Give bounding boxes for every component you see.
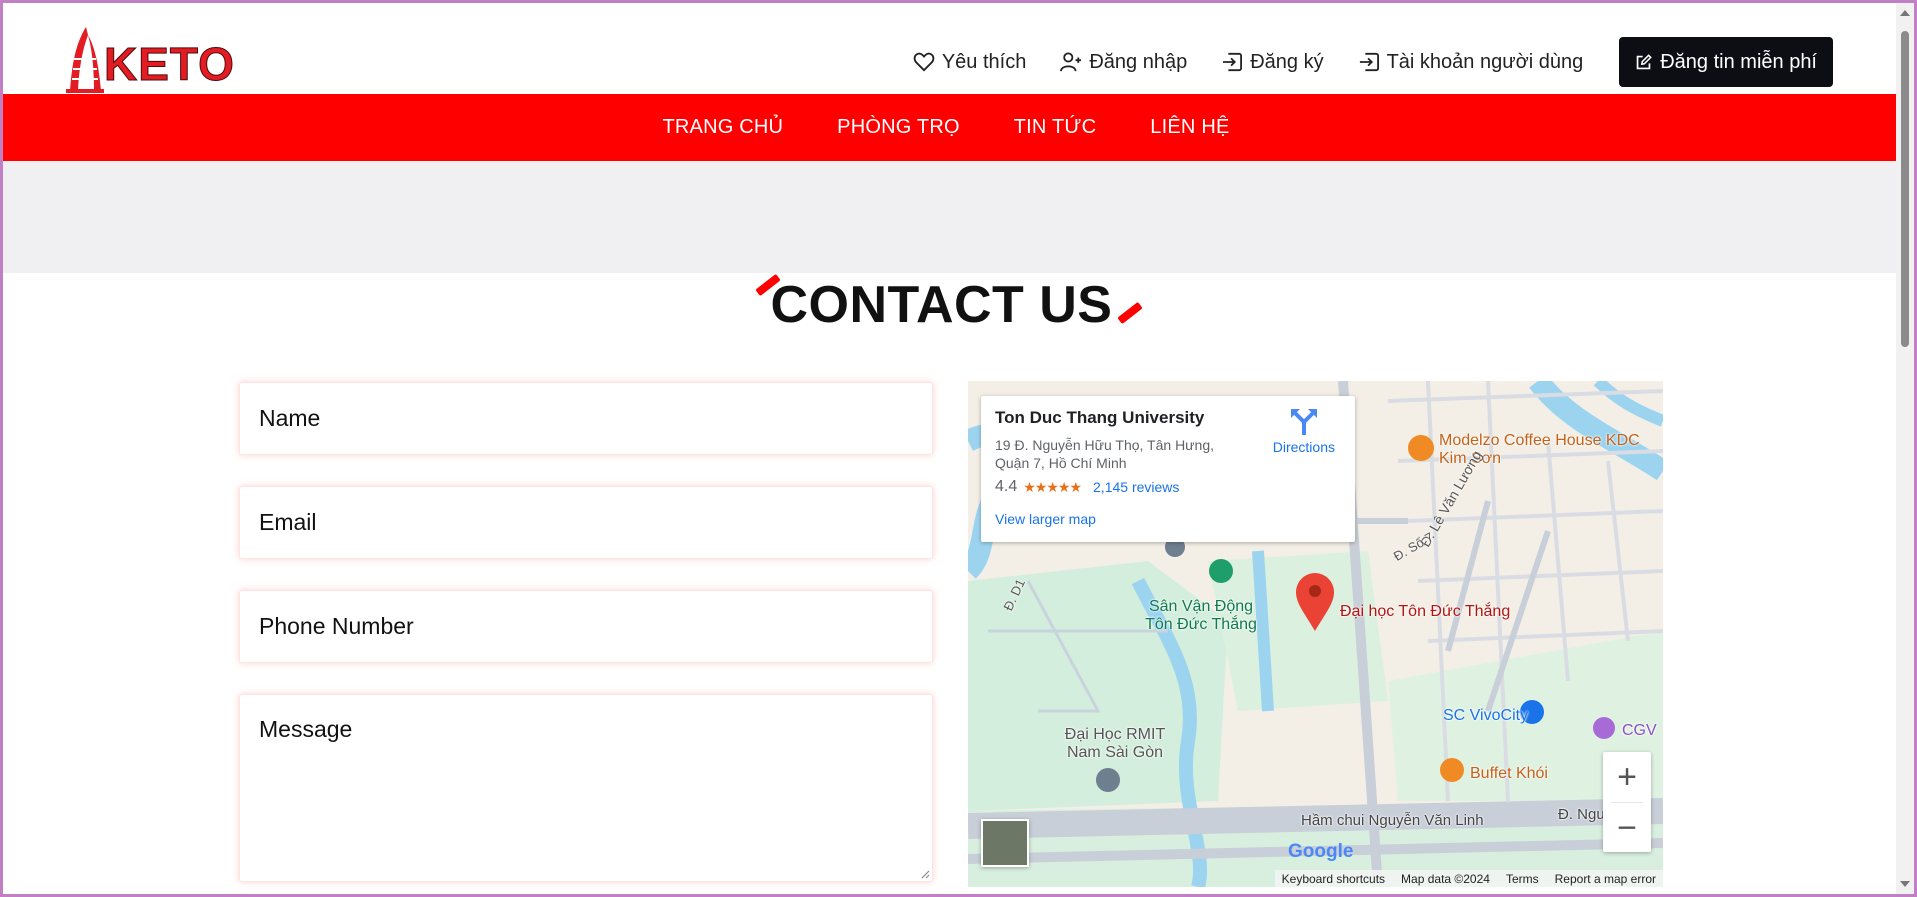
site-logo[interactable]: KETO	[66, 23, 235, 93]
zoom-in-button[interactable]: +	[1603, 752, 1651, 802]
terms-link[interactable]: Terms	[1506, 872, 1539, 886]
top-nav: Yêu thích Đăng nhập Đăng ký Tài khoản ng…	[879, 37, 1833, 87]
keyboard-shortcuts-link[interactable]: Keyboard shortcuts	[1282, 872, 1385, 886]
rating-stars-icon: ★★★★★	[1023, 478, 1082, 495]
directions-label: Directions	[1272, 439, 1335, 455]
sign-in-icon	[1223, 52, 1243, 72]
embedded-map[interactable]: Ton Duc Thang University 19 Đ. Nguyễn Hữ…	[968, 381, 1663, 887]
place-address: 19 Đ. Nguyễn Hữu Thọ, Tân Hưng, Quận 7, …	[995, 437, 1215, 471]
title-wrap: CONTACT US	[3, 273, 1896, 335]
favorites-label: Yêu thích	[941, 50, 1027, 73]
directions-icon	[1290, 409, 1317, 435]
register-label: Đăng ký	[1250, 50, 1324, 73]
logo-text: KETO	[104, 38, 235, 90]
page-scrollbar[interactable]	[1896, 3, 1914, 894]
post-free-listing-label: Đăng tin miễn phí	[1660, 50, 1817, 73]
login-link[interactable]: Đăng nhập	[1060, 51, 1187, 74]
view-larger-map-link[interactable]: View larger map	[995, 511, 1341, 527]
map-label-tunnel: Hầm chui Nguyễn Văn Linh	[1301, 812, 1484, 829]
name-input[interactable]: Name	[239, 382, 933, 455]
reviews-link[interactable]: 2,145 reviews	[1093, 479, 1179, 495]
post-free-listing-button[interactable]: Đăng tin miễn phí	[1619, 37, 1833, 87]
nav-item-home[interactable]: TRANG CHỦ	[662, 116, 783, 139]
page-title-text: CONTACT US	[770, 276, 1113, 334]
browser-window: KETO Yêu thích Đăng nhập Đăng ký Tài kho…	[3, 3, 1914, 894]
nav-item-news[interactable]: TIN TỨC	[1014, 116, 1097, 139]
resize-handle-icon[interactable]	[920, 869, 930, 879]
contact-form: Name Email Phone Number Message	[239, 382, 933, 882]
map-label-road-right: Đ. Ngu	[1558, 806, 1605, 823]
map-label-buffet[interactable]: Buffet Khói	[1470, 765, 1548, 783]
zoom-out-button[interactable]: −	[1603, 803, 1651, 853]
title-accent-right	[1116, 301, 1143, 325]
edit-icon	[1636, 53, 1653, 69]
user-plus-icon	[1060, 52, 1082, 72]
register-link[interactable]: Đăng ký	[1221, 50, 1324, 74]
tower-logo-icon	[66, 27, 104, 93]
map-label-cgv[interactable]: CGV	[1622, 722, 1657, 740]
page-title: CONTACT US	[755, 273, 1143, 335]
account-label: Tài khoản người dùng	[1386, 50, 1584, 73]
map-label-rmit[interactable]: Đại Học RMIT Nam Sài Gòn	[1050, 726, 1180, 762]
place-rating: 4.4 ★★★★★ 2,145 reviews	[995, 478, 1341, 496]
map-label-vivocity[interactable]: SC VivoCity	[1443, 707, 1528, 725]
account-link[interactable]: Tài khoản người dùng	[1358, 50, 1584, 74]
phone-input[interactable]: Phone Number	[239, 590, 933, 663]
directions-button[interactable]: Directions	[1273, 408, 1335, 455]
message-placeholder: Message	[259, 716, 353, 742]
sign-in-icon	[1359, 52, 1379, 72]
rating-value: 4.4	[995, 478, 1018, 495]
scroll-down-icon[interactable]	[1900, 881, 1910, 887]
main-nav: TRANG CHỦ PHÒNG TRỌ TIN TỨC LIÊN HỆ	[3, 94, 1896, 161]
map-footer: Keyboard shortcuts Map data ©2024 Terms …	[1274, 870, 1663, 887]
heart-icon	[913, 52, 935, 72]
map-label-university[interactable]: Đại học Tôn Đức Thắng	[1340, 603, 1510, 621]
message-textarea[interactable]: Message	[239, 694, 933, 882]
nav-item-rooms[interactable]: PHÒNG TRỌ	[837, 116, 960, 139]
site-header: KETO Yêu thích Đăng nhập Đăng ký Tài kho…	[3, 3, 1896, 93]
google-logo: Google	[1288, 841, 1353, 863]
zoom-controls: + −	[1603, 752, 1651, 852]
map-label-stadium[interactable]: Sân Vận Động Tôn Đức Thắng	[1136, 598, 1266, 634]
email-input[interactable]: Email	[239, 486, 933, 559]
scroll-up-icon[interactable]	[1900, 10, 1910, 16]
place-info-card: Ton Duc Thang University 19 Đ. Nguyễn Hữ…	[981, 396, 1355, 542]
map-data-text: Map data ©2024	[1401, 871, 1490, 886]
page-banner	[3, 161, 1896, 273]
scrollbar-thumb[interactable]	[1901, 31, 1909, 347]
satellite-toggle[interactable]	[981, 819, 1029, 867]
google-logo-text: Google	[1288, 841, 1354, 862]
nav-item-contact[interactable]: LIÊN HỆ	[1150, 116, 1229, 139]
report-map-error-link[interactable]: Report a map error	[1555, 872, 1656, 886]
login-label: Đăng nhập	[1089, 50, 1188, 73]
favorites-link[interactable]: Yêu thích	[913, 50, 1027, 74]
